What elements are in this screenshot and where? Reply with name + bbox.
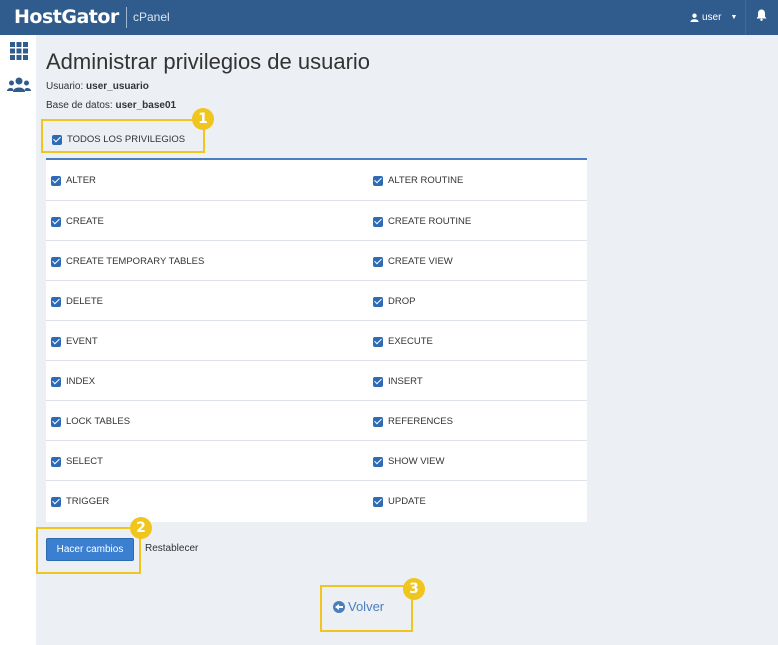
privilege-checkbox[interactable]: REFERENCES [373, 416, 453, 427]
database-info: Base de datos: user_base01 [46, 100, 176, 111]
privilege-checkbox[interactable]: ALTER [51, 175, 96, 186]
sidebar [0, 35, 36, 645]
privilege-label: LOCK TABLES [66, 416, 131, 427]
checkbox-checked-icon[interactable] [51, 336, 61, 347]
privileges-table: ALTER ALTER ROUTINE CREATE CREATE ROUTIN… [46, 158, 587, 522]
privilege-checkbox[interactable]: EXECUTE [373, 336, 433, 347]
privilege-label: EVENT [66, 336, 98, 347]
user-info-label: Usuario: [46, 81, 84, 92]
database-info-label: Base de datos: [46, 100, 113, 111]
checkbox-checked-icon[interactable] [51, 456, 61, 467]
callout-highlight-box [36, 527, 141, 574]
reset-link[interactable]: Restablecer [145, 543, 198, 554]
bell-icon[interactable] [756, 9, 767, 24]
user-menu[interactable]: user ▼ [690, 12, 737, 23]
checkbox-checked-icon[interactable] [51, 256, 61, 267]
users-icon[interactable] [7, 76, 31, 96]
privilege-checkbox[interactable]: CREATE VIEW [373, 256, 453, 267]
privilege-label: ALTER ROUTINE [388, 175, 464, 186]
checkbox-checked-icon[interactable] [51, 496, 61, 507]
privilege-checkbox[interactable]: CREATE ROUTINE [373, 216, 471, 227]
privilege-checkbox[interactable]: CREATE [51, 216, 104, 227]
checkbox-checked-icon[interactable] [373, 456, 383, 467]
database-info-value: user_base01 [115, 100, 177, 111]
privilege-label: INSERT [388, 376, 423, 387]
privilege-label: ALTER [66, 175, 96, 186]
checkbox-checked-icon[interactable] [51, 376, 61, 387]
privilege-checkbox[interactable]: DELETE [51, 296, 103, 307]
table-row: CREATE TEMPORARY TABLES CREATE VIEW [46, 240, 587, 280]
callout-badge: 1 [192, 108, 214, 130]
checkbox-checked-icon[interactable] [373, 296, 383, 307]
brand-logo[interactable]: HostGator [14, 6, 119, 28]
checkbox-checked-icon[interactable] [51, 175, 61, 186]
checkbox-checked-icon[interactable] [373, 216, 383, 227]
table-row: TRIGGER UPDATE [46, 480, 587, 520]
privilege-label: UPDATE [388, 496, 426, 507]
privilege-label: REFERENCES [388, 416, 453, 427]
brand-divider [126, 7, 127, 28]
privilege-label: CREATE ROUTINE [388, 216, 472, 227]
privilege-label: CREATE VIEW [388, 256, 453, 267]
checkbox-checked-icon[interactable] [373, 416, 383, 427]
privilege-label: INDEX [66, 376, 96, 387]
callout-badge: 3 [403, 578, 425, 600]
privilege-checkbox[interactable]: SELECT [51, 456, 103, 467]
top-navbar: HostGator cPanel user ▼ [0, 0, 778, 35]
table-row: EVENT EXECUTE [46, 320, 587, 360]
privilege-checkbox[interactable]: SHOW VIEW [373, 456, 444, 467]
privilege-label: DROP [388, 296, 416, 307]
privilege-label: CREATE TEMPORARY TABLES [66, 256, 205, 267]
privilege-checkbox[interactable]: CREATE TEMPORARY TABLES [51, 256, 204, 267]
privilege-checkbox[interactable]: DROP [373, 296, 415, 307]
table-row: CREATE CREATE ROUTINE [46, 200, 587, 240]
chevron-down-icon: ▼ [730, 14, 738, 21]
table-row: LOCK TABLES REFERENCES [46, 400, 587, 440]
checkbox-checked-icon[interactable] [373, 376, 383, 387]
table-row: INDEX INSERT [46, 360, 587, 400]
user-icon [690, 13, 699, 22]
page-title: Administrar privilegios de usuario [46, 49, 371, 74]
checkbox-checked-icon[interactable] [51, 216, 61, 227]
privilege-label: SHOW VIEW [388, 456, 445, 467]
grid-apps-icon[interactable] [9, 41, 29, 61]
privilege-checkbox[interactable]: UPDATE [373, 496, 426, 507]
callout-highlight-box [41, 119, 205, 153]
callout-badge: 2 [130, 517, 152, 539]
privilege-checkbox[interactable]: LOCK TABLES [51, 416, 130, 427]
privilege-checkbox[interactable]: INDEX [51, 376, 95, 387]
table-row: DELETE DROP [46, 280, 587, 320]
privilege-checkbox[interactable]: ALTER ROUTINE [373, 175, 463, 186]
privilege-label: SELECT [66, 456, 103, 467]
privilege-checkbox[interactable]: INSERT [373, 376, 423, 387]
callout-highlight-box [320, 585, 413, 632]
navbar-divider [745, 0, 746, 35]
checkbox-checked-icon[interactable] [373, 336, 383, 347]
user-info: Usuario: user_usuario [46, 81, 149, 92]
privilege-label: CREATE [66, 216, 104, 227]
table-row: ALTER ALTER ROUTINE [46, 160, 587, 200]
product-name: cPanel [133, 10, 170, 24]
table-row: SELECT SHOW VIEW [46, 440, 587, 480]
user-menu-label: user [702, 12, 722, 23]
checkbox-checked-icon[interactable] [373, 256, 383, 267]
privilege-label: TRIGGER [66, 496, 110, 507]
privilege-checkbox[interactable]: TRIGGER [51, 496, 109, 507]
privilege-label: DELETE [66, 296, 103, 307]
checkbox-checked-icon[interactable] [373, 175, 383, 186]
privilege-checkbox[interactable]: EVENT [51, 336, 98, 347]
checkbox-checked-icon[interactable] [51, 296, 61, 307]
checkbox-checked-icon[interactable] [51, 416, 61, 427]
privilege-label: EXECUTE [388, 336, 433, 347]
user-info-value: user_usuario [86, 81, 149, 92]
checkbox-checked-icon[interactable] [373, 496, 383, 507]
